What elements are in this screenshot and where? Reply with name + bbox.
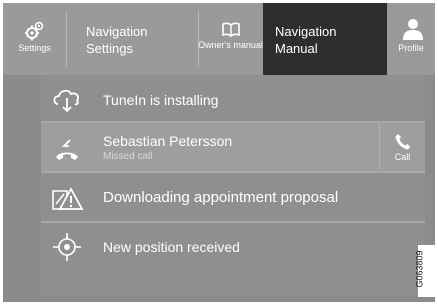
navigation-settings-button[interactable]: Navigation Settings <box>66 3 198 75</box>
owners-manual-label: Owner's manual <box>198 40 263 50</box>
gears-icon <box>25 21 44 41</box>
position-crosshair-icon <box>53 233 81 261</box>
notification-item[interactable]: Sebastian Petersson Missed call Call <box>41 123 425 173</box>
missed-call-icon <box>56 139 78 160</box>
notification-item[interactable]: New position received <box>41 223 425 271</box>
infotainment-screen: Settings Navigation Settings Owner's man… <box>3 3 435 302</box>
profile-button[interactable]: Profile <box>387 3 435 75</box>
image-code: G063809 <box>414 250 425 288</box>
phone-icon <box>395 134 410 150</box>
person-icon <box>403 19 423 40</box>
image-code-label: G063809 <box>414 245 436 297</box>
notification-item[interactable]: Downloading appointment proposal <box>41 173 425 223</box>
notification-title: TuneIn is installing <box>103 92 219 108</box>
top-bar: Settings Navigation Settings Owner's man… <box>3 3 435 75</box>
settings-label: Settings <box>18 43 51 53</box>
navigation-manual-button[interactable]: Navigation Manual <box>263 3 387 75</box>
call-status: Missed call <box>103 151 153 162</box>
notification-title: New position received <box>103 239 240 255</box>
navigation-manual-label: Navigation Manual <box>275 24 337 56</box>
cloud-download-icon <box>53 89 79 113</box>
call-label: Call <box>394 152 411 162</box>
profile-label: Profile <box>398 43 424 53</box>
notification-item[interactable]: TuneIn is installing <box>41 75 425 123</box>
caller-name: Sebastian Petersson <box>103 133 233 149</box>
notification-list: TuneIn is installing Sebastian Petersson… <box>41 75 425 295</box>
notification-title: Downloading appointment proposal <box>103 189 339 206</box>
call-button[interactable]: Call <box>379 123 425 169</box>
settings-button[interactable]: Settings <box>3 3 66 75</box>
navigation-settings-label: Navigation Settings <box>86 24 148 56</box>
open-book-icon <box>222 22 240 37</box>
owners-manual-button[interactable]: Owner's manual <box>198 3 263 75</box>
service-warning-icon <box>52 187 84 210</box>
